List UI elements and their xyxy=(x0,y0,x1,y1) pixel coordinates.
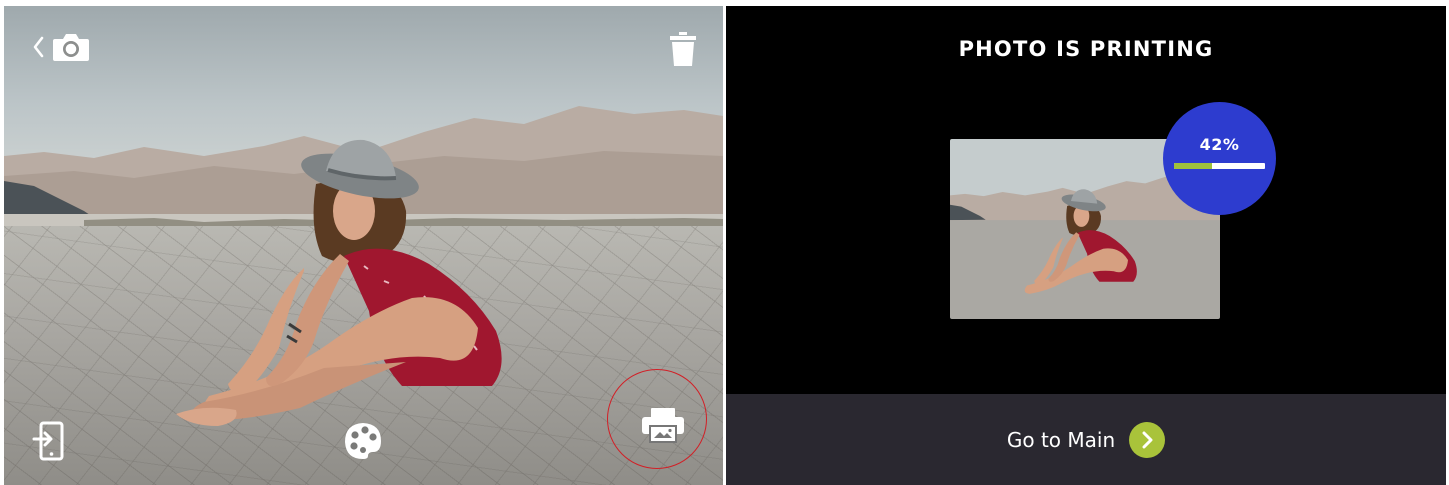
printing-screen: PHOTO IS PRINTING 42% Go to Main xyxy=(726,6,1446,485)
print-button[interactable] xyxy=(607,369,707,469)
chevron-left-icon xyxy=(32,35,44,59)
progress-track xyxy=(1174,163,1265,169)
progress-fill xyxy=(1174,163,1213,169)
delete-button[interactable] xyxy=(669,30,697,68)
progress-percent: 42% xyxy=(1199,135,1240,154)
back-to-camera-button[interactable] xyxy=(32,32,90,62)
edit-filters-button[interactable] xyxy=(343,421,383,461)
photo-preview-screen xyxy=(4,6,723,485)
go-to-main-label: Go to Main xyxy=(1006,427,1116,452)
print-progress-indicator: 42% xyxy=(1163,102,1276,215)
send-to-device-button[interactable] xyxy=(32,421,64,461)
camera-icon xyxy=(52,32,90,62)
page-title: PHOTO IS PRINTING xyxy=(958,37,1214,61)
chevron-right-icon xyxy=(1129,421,1166,458)
trash-icon xyxy=(669,30,697,68)
go-to-main-button[interactable]: Go to Main xyxy=(726,394,1446,485)
palette-icon xyxy=(343,421,383,461)
bottom-bar: Go to Main xyxy=(726,394,1446,485)
share-to-device-icon xyxy=(32,421,64,461)
print-highlight-ring xyxy=(607,369,707,469)
